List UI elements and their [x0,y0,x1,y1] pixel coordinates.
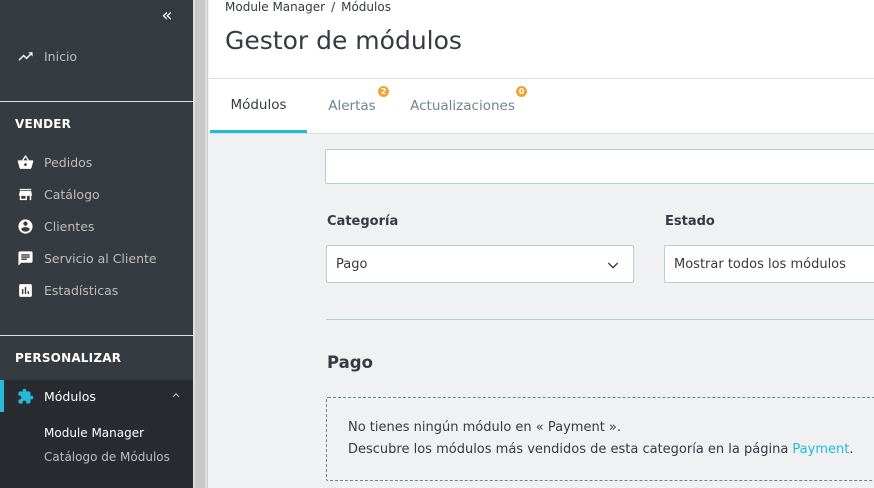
sidebar-item-label: Pedidos [44,154,93,170]
update-count-badge: 0 [516,86,527,97]
sidebar-subitem-module-manager[interactable]: Module Manager [44,426,144,440]
tab-alertas[interactable]: Alertas 2 [313,79,391,133]
sidebar-item-label: Inicio [44,48,78,64]
tab-label: Actualizaciones [410,98,515,114]
sidebar-item-estadisticas[interactable]: Estadísticas [0,274,193,306]
breadcrumb-separator: / [331,0,336,14]
category-label: Categoría [327,214,399,229]
sidebar-submenu: Module Manager Catálogo de Módulos [0,412,193,488]
empty-state-box: No tienes ningún módulo en « Payment ». … [326,397,874,481]
sidebar-item-pedidos[interactable]: Pedidos [0,146,193,178]
sidebar-item-inicio[interactable]: Inicio [0,40,193,72]
breadcrumb-item[interactable]: Módulos [341,0,391,14]
alert-count-badge: 2 [378,86,389,97]
sidebar-item-modulos[interactable]: Módulos [0,380,193,412]
module-search-input[interactable] [325,149,874,184]
breadcrumb-item[interactable]: Module Manager [225,0,325,14]
sidebar-section-customize: PERSONALIZAR [15,351,122,365]
sidebar-item-label: Clientes [44,218,95,234]
category-select[interactable]: Pago [326,245,634,283]
category-select-value: Pago [336,256,368,272]
sidebar-item-label: Estadísticas [44,282,119,298]
sidebar-divider [0,335,193,336]
active-indicator [0,380,4,412]
sidebar-divider [0,101,193,102]
tab-actualizaciones[interactable]: Actualizaciones 0 [405,79,527,133]
tab-label: Módulos [230,96,287,113]
sidebar: « Inicio VENDER Pedidos Catálogo Cliente… [0,0,193,488]
category-section-title: Pago [327,353,373,372]
sidebar-item-clientes[interactable]: Clientes [0,210,193,242]
page-title: Gestor de módulos [225,26,462,55]
chevron-down-icon [607,262,619,269]
empty-state-text: Descubre los módulos más vendidos de est… [348,442,793,457]
page-header: Module Manager / Módulos Gestor de módul… [209,0,874,134]
collapse-sidebar-icon[interactable]: « [157,6,177,26]
empty-state-suggestion: Descubre los módulos más vendidos de est… [348,442,853,457]
chevron-up-icon[interactable] [169,388,183,402]
stats-chart-icon [16,281,34,299]
empty-state-message: No tienes ningún módulo en « Payment ». [348,420,622,435]
puzzle-icon [16,387,34,405]
breadcrumb: Module Manager / Módulos [225,0,391,14]
empty-state-suffix: . [849,442,854,457]
store-icon [16,185,34,203]
sidebar-item-servicio-cliente[interactable]: Servicio al Cliente [0,242,193,274]
sidebar-item-label: Servicio al Cliente [44,250,157,266]
status-select-value: Mostrar todos los módulos [674,256,846,272]
tab-modulos[interactable]: Módulos [210,79,307,133]
shopping-basket-icon [16,153,34,171]
account-circle-icon [16,217,34,235]
status-select[interactable]: Mostrar todos los módulos [664,245,874,283]
status-label: Estado [665,214,715,229]
sidebar-subitem-catalogo-modulos[interactable]: Catálogo de Módulos [44,450,170,464]
scrollbar[interactable] [193,0,208,488]
scrollbar-thumb[interactable] [195,0,205,488]
content-divider [326,319,874,320]
sidebar-item-catalogo[interactable]: Catálogo [0,178,193,210]
chat-icon [16,249,34,267]
sidebar-section-sell: VENDER [15,117,72,131]
sidebar-item-label: Módulos [44,388,96,404]
trending-up-icon [16,47,34,65]
header-divider [209,78,874,79]
sidebar-item-label: Catálogo [44,186,100,202]
payment-link[interactable]: Payment [792,442,849,457]
tab-label: Alertas [328,98,376,114]
